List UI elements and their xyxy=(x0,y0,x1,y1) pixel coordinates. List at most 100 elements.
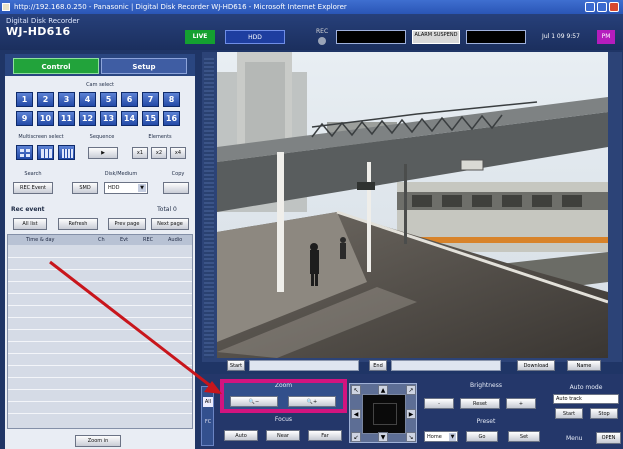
recorder-window: { "window": { "title": "http://192.168.0… xyxy=(0,0,623,449)
brightness-reset-button[interactable]: Reset xyxy=(460,398,500,409)
status-display-2 xyxy=(466,30,526,44)
auto-mode-label: Auto mode xyxy=(569,384,603,391)
arrow-down-left-icon[interactable]: ↙ xyxy=(351,432,361,442)
cam-button[interactable]: 5 xyxy=(100,92,117,107)
zoom-x2-button[interactable]: x2 xyxy=(151,147,167,159)
zoom-in-button[interactable]: Zoom in xyxy=(75,435,121,447)
preset-select[interactable]: Home ▼ xyxy=(424,431,458,442)
brightness-plus-button[interactable]: + xyxy=(506,398,536,409)
alarm-suspend-button[interactable]: ALARM SUSPEND xyxy=(412,30,460,44)
cam-button[interactable]: 15 xyxy=(142,111,159,126)
minimize-button[interactable] xyxy=(585,2,595,12)
search-label: Search xyxy=(24,171,42,177)
arrow-up-right-icon[interactable]: ↗ xyxy=(406,385,416,395)
focus-label: Focus xyxy=(274,416,293,423)
menu-open-button[interactable]: OPEN xyxy=(596,432,621,444)
auto-stop-button[interactable]: Stop xyxy=(590,408,618,419)
cam-button[interactable]: 6 xyxy=(121,92,138,107)
sequence-button[interactable]: ▶ xyxy=(88,147,118,159)
all-list-button[interactable]: All list xyxy=(13,218,47,230)
focus-far-button[interactable]: Far xyxy=(308,430,342,441)
arrow-down-right-icon[interactable]: ↘ xyxy=(406,432,416,442)
table-row xyxy=(8,329,192,330)
auto-start-button[interactable]: Start xyxy=(555,408,583,419)
cam-button[interactable]: 9 xyxy=(16,111,33,126)
focus-auto-button[interactable]: Auto xyxy=(224,430,258,441)
cam-button[interactable]: 8 xyxy=(163,92,180,107)
camera-image[interactable] xyxy=(217,52,608,358)
close-button[interactable] xyxy=(609,2,619,12)
end-time-field[interactable] xyxy=(391,360,501,371)
end-button[interactable]: End xyxy=(369,360,387,371)
pm-badge: PM xyxy=(597,30,615,44)
download-button[interactable]: Download xyxy=(517,360,555,371)
sequence-label: Sequence xyxy=(89,134,115,140)
preset-set-button[interactable]: Set xyxy=(508,431,540,442)
cam-button[interactable]: 4 xyxy=(79,92,96,107)
smd-search-button[interactable]: SMD xyxy=(72,182,98,194)
all-tab[interactable]: All xyxy=(203,397,213,407)
arrow-right-icon[interactable]: ▶ xyxy=(406,409,416,419)
split-4-icon[interactable] xyxy=(16,145,33,160)
cam-button[interactable]: 3 xyxy=(58,92,75,107)
cam-button[interactable]: 14 xyxy=(121,111,138,126)
prev-page-button[interactable]: Prev page xyxy=(108,218,146,230)
side-tab[interactable]: All FC xyxy=(201,386,214,446)
model-name: WJ-HD616 xyxy=(6,25,71,38)
pan-tilt-pad[interactable] xyxy=(362,394,406,434)
preset-label: Preset xyxy=(476,418,496,425)
next-page-button[interactable]: Next page xyxy=(151,218,189,230)
cam-button[interactable]: 2 xyxy=(37,92,54,107)
live-indicator[interactable]: LIVE xyxy=(185,30,215,44)
arrow-down-icon[interactable]: ▼ xyxy=(378,432,388,442)
arrow-up-icon[interactable]: ▲ xyxy=(378,385,388,395)
name-button[interactable]: Name xyxy=(567,360,601,371)
cam-button[interactable]: 1 xyxy=(16,92,33,107)
brand-subtitle: Digital Disk Recorder xyxy=(6,17,80,25)
col-audio: Audio xyxy=(168,237,183,243)
zoom-x1-button[interactable]: x1 xyxy=(132,147,148,159)
start-button[interactable]: Start xyxy=(227,360,245,371)
focus-near-button[interactable]: Near xyxy=(266,430,300,441)
cam-button[interactable]: 7 xyxy=(142,92,159,107)
rec-event-title: Rec event xyxy=(11,206,45,213)
side-scrollbar[interactable] xyxy=(204,58,214,358)
tab-setup[interactable]: Setup xyxy=(101,58,187,74)
maximize-button[interactable] xyxy=(597,2,607,12)
menu-label: Menu xyxy=(566,435,583,442)
cam-button[interactable]: 10 xyxy=(37,111,54,126)
arrow-up-left-icon[interactable]: ↖ xyxy=(351,385,361,395)
split-9-icon[interactable] xyxy=(37,145,54,160)
disk-select[interactable]: HDD ▼ xyxy=(104,182,148,194)
brightness-minus-button[interactable]: - xyxy=(424,398,454,409)
cam-button[interactable]: 16 xyxy=(163,111,180,126)
fc-tab[interactable]: FC xyxy=(203,419,213,425)
arrow-left-icon[interactable]: ◀ xyxy=(351,409,361,419)
table-row xyxy=(8,365,192,366)
refresh-button[interactable]: Refresh xyxy=(58,218,98,230)
control-panel: Control Setup Cam select 1 2 3 4 5 6 7 8… xyxy=(5,54,195,449)
rec-event-search-button[interactable]: REC Event xyxy=(13,182,53,194)
zoom-x4-button[interactable]: x4 xyxy=(170,147,186,159)
table-row xyxy=(8,317,192,318)
cam-button[interactable]: 12 xyxy=(79,111,96,126)
status-display xyxy=(336,30,406,44)
browser-title-bar: http://192.168.0.250 - Panasonic | Digit… xyxy=(0,0,623,14)
tab-control[interactable]: Control xyxy=(13,58,99,74)
auto-mode-value: Auto track xyxy=(556,396,582,402)
preset-select-value: Home xyxy=(427,434,442,440)
hdd-indicator[interactable]: HDD xyxy=(225,30,285,44)
cam-button[interactable]: 13 xyxy=(100,111,117,126)
cam-button[interactable]: 11 xyxy=(58,111,75,126)
copy-button[interactable] xyxy=(163,182,189,194)
start-time-field[interactable] xyxy=(249,360,359,371)
rec-event-table[interactable]: Time & day Ch Evt REC Audio xyxy=(7,234,193,429)
elements-label: Elements xyxy=(148,134,172,140)
split-16-icon[interactable] xyxy=(58,145,75,160)
auto-mode-select[interactable]: Auto track xyxy=(553,394,619,404)
pan-tilt-control[interactable]: ↖ ▲ ↗ ◀ ▶ ↙ ▼ ↘ xyxy=(349,383,417,443)
rec-status-icon xyxy=(318,37,326,45)
preset-go-button[interactable]: Go xyxy=(466,431,498,442)
table-row xyxy=(8,257,192,258)
cam-select-label: Cam select xyxy=(86,82,114,88)
